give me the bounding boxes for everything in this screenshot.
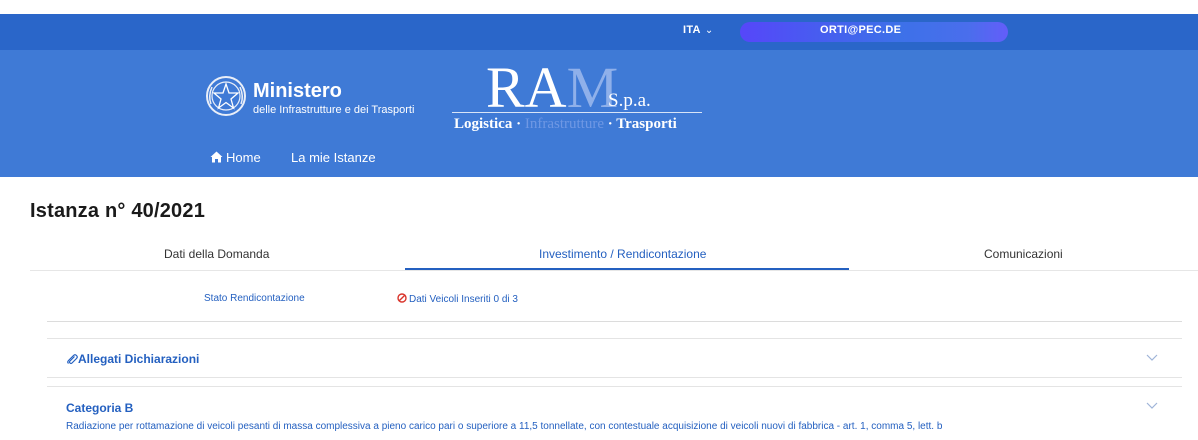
categoria-panel-title[interactable]: Categoria B <box>66 401 133 415</box>
allegati-panel-title: Allegati Dichiarazioni <box>78 352 200 366</box>
allegati-panel[interactable]: Allegati Dichiarazioni <box>47 338 1182 378</box>
tab-dati-domanda[interactable]: Dati della Domanda <box>164 247 269 261</box>
status-value-text: Dati Veicoli Inseriti 0 di 3 <box>409 294 518 305</box>
status-value: Dati Veicoli Inseriti 0 di 3 <box>397 293 518 305</box>
tab-comunicazioni[interactable]: Comunicazioni <box>984 247 1063 261</box>
language-label: ITA <box>683 24 701 36</box>
tab-bar: Dati della Domanda Investimento / Rendic… <box>30 240 1198 271</box>
ministry-subtitle: delle Infrastrutture e dei Trasporti <box>253 104 415 116</box>
ram-logo-letters: RAM <box>486 55 619 120</box>
active-tab-indicator <box>405 268 849 270</box>
user-email[interactable]: ORTI@PEC.DE <box>820 24 901 36</box>
language-selector[interactable]: ITA ⌄ <box>683 24 714 36</box>
allegati-panel-header[interactable]: Allegati Dichiarazioni <box>66 352 199 366</box>
page-title: Istanza n° 40/2021 <box>30 200 206 222</box>
chevron-down-icon[interactable] <box>1146 402 1158 410</box>
ram-logo-suffix: S.p.a. <box>608 90 651 111</box>
tab-investimento-rendicontazione[interactable]: Investimento / Rendicontazione <box>539 247 706 261</box>
ram-logo-divider <box>452 112 702 113</box>
ram-logo-tagline: Logistica · Infrastrutture · Trasporti <box>454 116 677 132</box>
ministry-title: Ministero <box>253 80 342 102</box>
status-label: Stato Rendicontazione <box>204 293 305 304</box>
categoria-panel[interactable]: Categoria B Radiazione per rottamazione … <box>47 386 1182 440</box>
site-header: Ministero delle Infrastrutture e dei Tra… <box>0 50 1198 177</box>
nav-home-label: Home <box>226 150 261 165</box>
chevron-down-icon[interactable] <box>1146 354 1158 362</box>
ministry-emblem-icon <box>206 76 246 116</box>
chevron-down-icon: ⌄ <box>704 25 714 36</box>
top-bar: ITA ⌄ ORTI@PEC.DE <box>0 14 1198 50</box>
home-icon <box>210 151 223 163</box>
nav-istanze-link[interactable]: La mie Istanze <box>291 150 376 165</box>
status-row: Stato Rendicontazione Dati Veicoli Inser… <box>47 290 1182 322</box>
categoria-panel-description: Radiazione per rottamazione di veicoli p… <box>66 421 943 432</box>
paperclip-icon <box>67 354 78 365</box>
ban-icon <box>397 293 407 303</box>
ram-logo[interactable]: RAM S.p.a. Logistica · Infrastrutture · … <box>452 58 702 138</box>
nav-home-link[interactable]: Home <box>210 150 261 165</box>
